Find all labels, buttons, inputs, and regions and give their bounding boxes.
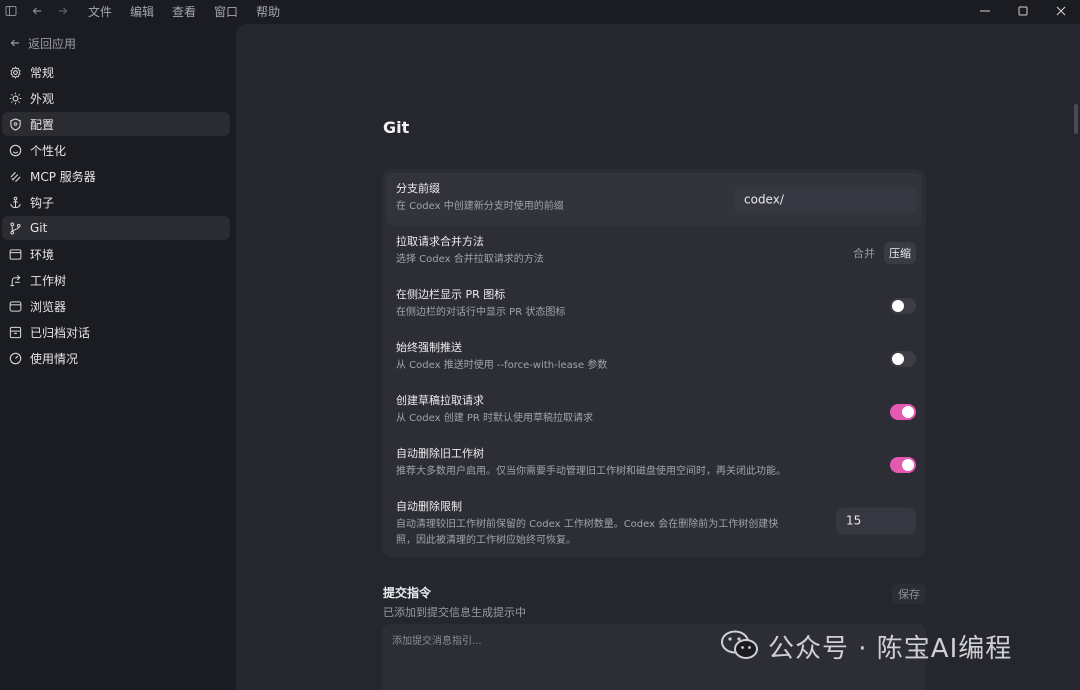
sidebar-item-label: 个性化 bbox=[30, 143, 67, 158]
setting-title: 在侧边栏显示 PR 图标 bbox=[396, 288, 506, 301]
terminal-icon bbox=[8, 247, 22, 261]
sidebar-item-appearance[interactable]: 外观 bbox=[2, 86, 230, 110]
sidebar-toggle-icon[interactable] bbox=[4, 4, 18, 18]
sidebar-item-mcp[interactable]: MCP 服务器 bbox=[2, 164, 230, 188]
archive-icon bbox=[8, 325, 22, 339]
sun-icon bbox=[8, 91, 22, 105]
sidebar-item-personalization[interactable]: 个性化 bbox=[2, 138, 230, 162]
sidebar-item-label: 配置 bbox=[30, 117, 55, 132]
menu-file[interactable]: 文件 bbox=[88, 3, 112, 20]
sidebar-item-git[interactable]: Git bbox=[2, 216, 230, 240]
sidebar-item-label: 使用情况 bbox=[30, 351, 79, 366]
wechat-icon bbox=[720, 629, 760, 665]
settings-nav: 常规 外观 配置 个性化 MCP 服务器 钩子 Git 环境 工作树 浏览器 已… bbox=[0, 60, 236, 370]
browser-icon bbox=[8, 299, 22, 313]
setting-title: 创建草稿拉取请求 bbox=[396, 394, 484, 407]
back-to-app-label: 返回应用 bbox=[28, 36, 77, 51]
sidebar-item-usage[interactable]: 使用情况 bbox=[2, 346, 230, 370]
menu-help[interactable]: 帮助 bbox=[256, 3, 280, 20]
anchor-icon bbox=[8, 195, 22, 209]
menu-window[interactable]: 窗口 bbox=[214, 3, 238, 20]
draft-pr-toggle[interactable] bbox=[890, 403, 916, 420]
auto-delete-worktrees-toggle[interactable] bbox=[890, 456, 916, 473]
menu-view[interactable]: 查看 bbox=[172, 3, 196, 20]
setting-row-show-pr-icon: 在侧边栏显示 PR 图标 在侧边栏的对话行中显示 PR 状态图标 bbox=[386, 279, 922, 332]
save-button[interactable]: 保存 bbox=[892, 584, 926, 604]
sidebar-item-general[interactable]: 常规 bbox=[2, 60, 230, 84]
setting-description: 自动清理较旧工作树前保留的 Codex 工作树数量。Codex 会在删除前为工作… bbox=[396, 519, 779, 546]
close-icon bbox=[1056, 6, 1066, 16]
setting-row-force-push: 始终强制推送 从 Codex 推送时使用 --force-with-lease … bbox=[386, 332, 922, 385]
auto-delete-limit-input[interactable]: 15 bbox=[836, 507, 916, 535]
back-arrow-icon[interactable] bbox=[30, 4, 44, 18]
setting-description: 推荐大多数用户启用。仅当你需要手动管理旧工作树和磁盘使用空间时，再关闭此功能。 bbox=[396, 466, 786, 477]
setting-description: 从 Codex 创建 PR 时默认使用草稿拉取请求 bbox=[396, 413, 594, 424]
sidebar-item-label: 环境 bbox=[30, 247, 55, 262]
shield-icon bbox=[8, 117, 22, 131]
menu-bar: 文件 编辑 查看 窗口 帮助 bbox=[88, 3, 280, 20]
sidebar-item-label: 已归档对话 bbox=[30, 325, 91, 340]
setting-title: 自动删除旧工作树 bbox=[396, 447, 484, 460]
back-arrow-icon bbox=[8, 36, 22, 50]
watermark-text: 公众号 · 陈宝AI编程 bbox=[768, 634, 1013, 664]
sidebar-item-hooks[interactable]: 钩子 bbox=[2, 190, 230, 214]
merge-option[interactable]: 合并 bbox=[848, 242, 880, 264]
setting-row-auto-delete-worktrees: 自动删除旧工作树 推荐大多数用户启用。仅当你需要手动管理旧工作树和磁盘使用空间时… bbox=[386, 438, 922, 491]
window-controls bbox=[966, 0, 1080, 22]
setting-description: 在侧边栏的对话行中显示 PR 状态图标 bbox=[396, 307, 566, 318]
commit-instructions-description: 已添加到提交信息生成提示中 bbox=[383, 606, 526, 619]
sidebar-item-browser[interactable]: 浏览器 bbox=[2, 294, 230, 318]
page-title: Git bbox=[383, 118, 410, 137]
sidebar-item-label: MCP 服务器 bbox=[30, 169, 96, 184]
setting-title: 自动删除限制 bbox=[396, 500, 462, 513]
git-branch-icon bbox=[8, 221, 22, 235]
maximize-button[interactable] bbox=[1004, 0, 1042, 22]
commit-instructions-title: 提交指令 bbox=[383, 586, 432, 600]
sidebar-item-label: 钩子 bbox=[30, 195, 55, 210]
sidebar-item-label: 工作树 bbox=[30, 273, 67, 288]
setting-title: 始终强制推送 bbox=[396, 341, 462, 354]
setting-row-merge-method: 拉取请求合并方法 选择 Codex 合并拉取请求的方法 合并 压缩 bbox=[386, 226, 922, 279]
minimize-icon bbox=[980, 10, 990, 12]
setting-row-draft-pr: 创建草稿拉取请求 从 Codex 创建 PR 时默认使用草稿拉取请求 bbox=[386, 385, 922, 438]
maximize-icon bbox=[1018, 6, 1028, 16]
force-push-toggle[interactable] bbox=[890, 350, 916, 367]
setting-title: 拉取请求合并方法 bbox=[396, 235, 484, 248]
scrollbar-thumb[interactable] bbox=[1074, 104, 1078, 134]
setting-description: 选择 Codex 合并拉取请求的方法 bbox=[396, 254, 544, 265]
menu-edit[interactable]: 编辑 bbox=[130, 3, 154, 20]
smile-icon bbox=[8, 143, 22, 157]
worktree-icon bbox=[8, 273, 22, 287]
minimize-button[interactable] bbox=[966, 0, 1004, 22]
sidebar-item-label: 常规 bbox=[30, 65, 55, 80]
setting-description: 从 Codex 推送时使用 --force-with-lease 参数 bbox=[396, 360, 608, 371]
sidebar-item-worktree[interactable]: 工作树 bbox=[2, 268, 230, 292]
close-button[interactable] bbox=[1042, 0, 1080, 22]
gauge-icon bbox=[8, 351, 22, 365]
settings-sidebar: 返回应用 常规 外观 配置 个性化 MCP 服务器 钩子 Git 环境 工作树 … bbox=[0, 22, 236, 690]
sidebar-item-label: Git bbox=[30, 221, 48, 235]
gear-icon bbox=[8, 65, 22, 79]
sidebar-item-config[interactable]: 配置 bbox=[2, 112, 230, 136]
mcp-icon bbox=[8, 169, 22, 183]
sidebar-item-label: 浏览器 bbox=[30, 299, 67, 314]
setting-row-auto-delete-limit: 自动删除限制 自动清理较旧工作树前保留的 Codex 工作树数量。Codex 会… bbox=[386, 491, 922, 551]
sidebar-item-label: 外观 bbox=[30, 91, 55, 106]
branch-prefix-input[interactable]: codex/ bbox=[734, 186, 916, 213]
show-pr-icon-toggle[interactable] bbox=[890, 297, 916, 314]
git-settings-card: 分支前缀 在 Codex 中创建新分支时使用的前缀 codex/ 拉取请求合并方… bbox=[382, 169, 926, 557]
settings-main-panel: Git 分支前缀 在 Codex 中创建新分支时使用的前缀 codex/ 拉取请… bbox=[236, 24, 1080, 690]
forward-arrow-icon[interactable] bbox=[56, 4, 70, 18]
back-to-app-link[interactable]: 返回应用 bbox=[0, 32, 236, 54]
title-bar: 文件 编辑 查看 窗口 帮助 bbox=[0, 0, 1080, 22]
merge-method-segmented-control: 合并 压缩 bbox=[848, 241, 916, 264]
squash-option[interactable]: 压缩 bbox=[884, 241, 916, 264]
sidebar-item-archived[interactable]: 已归档对话 bbox=[2, 320, 230, 344]
setting-row-branch-prefix: 分支前缀 在 Codex 中创建新分支时使用的前缀 codex/ bbox=[386, 173, 922, 226]
sidebar-item-environment[interactable]: 环境 bbox=[2, 242, 230, 266]
watermark: 公众号 · 陈宝AI编程 bbox=[720, 628, 1012, 665]
